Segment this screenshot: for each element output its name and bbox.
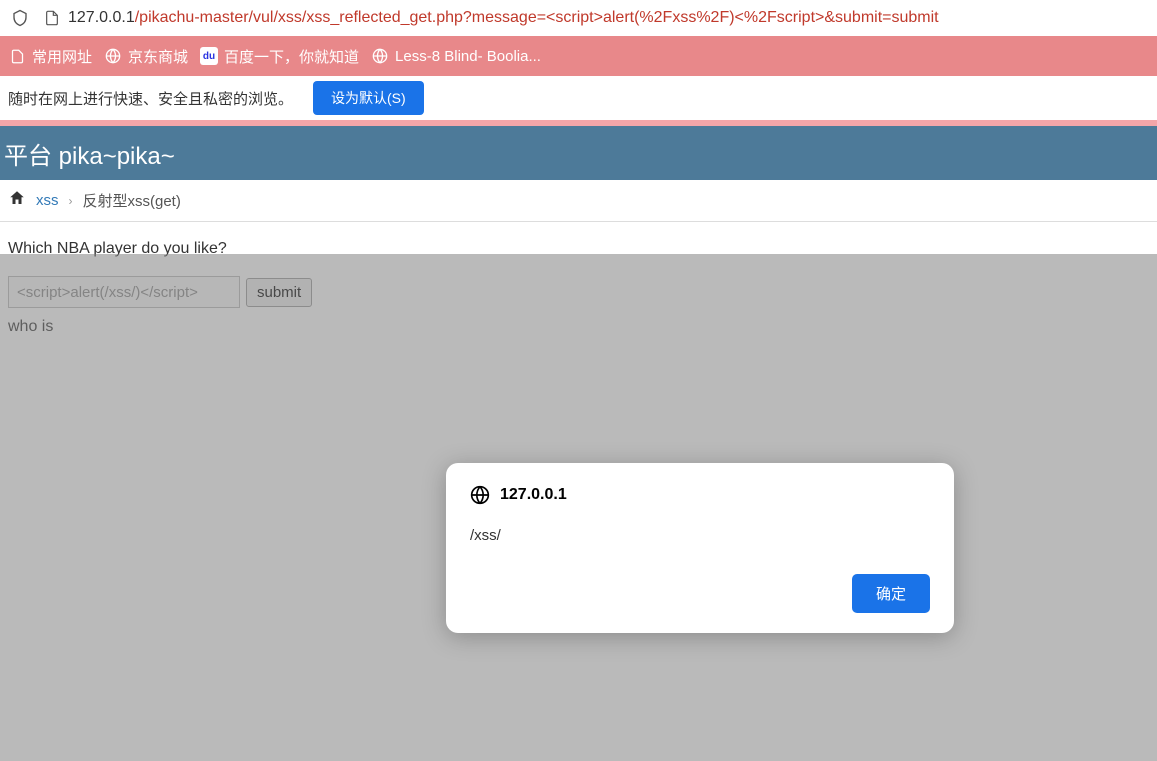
page-icon bbox=[8, 47, 26, 65]
default-browser-infobar: 随时在网上进行快速、安全且私密的浏览。 设为默认(S) bbox=[0, 76, 1157, 120]
bookmark-baidu[interactable]: du 百度一下，你就知道 bbox=[200, 46, 359, 67]
bookmark-label: 百度一下，你就知道 bbox=[224, 46, 359, 67]
infobar-text: 随时在网上进行快速、安全且私密的浏览。 bbox=[8, 88, 293, 109]
alert-host: 127.0.0.1 bbox=[500, 486, 567, 504]
page-icon[interactable] bbox=[42, 8, 62, 28]
breadcrumb: xss › 反射型xss(get) bbox=[0, 180, 1157, 222]
alert-actions: 确定 bbox=[470, 574, 930, 613]
url-bar: 127.0.0.1/pikachu-master/vul/xss/xss_ref… bbox=[0, 0, 1157, 36]
url-text[interactable]: 127.0.0.1/pikachu-master/vul/xss/xss_ref… bbox=[68, 9, 939, 27]
bookmark-label: Less-8 Blind- Boolia... bbox=[395, 48, 541, 65]
bookmarks-bar: 常用网址 京东商城 du 百度一下，你就知道 Less-8 Blind- Boo… bbox=[0, 36, 1157, 76]
alert-message: /xss/ bbox=[470, 527, 930, 544]
set-default-button[interactable]: 设为默认(S) bbox=[313, 81, 424, 115]
baidu-icon: du bbox=[200, 47, 218, 65]
alert-ok-button[interactable]: 确定 bbox=[852, 574, 930, 613]
bookmark-less8[interactable]: Less-8 Blind- Boolia... bbox=[371, 47, 541, 65]
home-icon[interactable] bbox=[8, 189, 26, 212]
globe-icon bbox=[371, 47, 389, 65]
globe-icon bbox=[104, 47, 122, 65]
bookmark-label: 常用网址 bbox=[32, 46, 92, 67]
page-title: 平台 pika~pika~ bbox=[4, 136, 175, 171]
bookmark-label: 京东商城 bbox=[128, 46, 188, 67]
chevron-right-icon: › bbox=[69, 194, 73, 208]
alert-header: 127.0.0.1 bbox=[470, 485, 930, 505]
url-path: /pikachu-master/vul/xss/xss_reflected_ge… bbox=[135, 9, 939, 26]
breadcrumb-current: 反射型xss(get) bbox=[83, 190, 181, 211]
alert-dialog: 127.0.0.1 /xss/ 确定 bbox=[446, 463, 954, 633]
bookmark-common[interactable]: 常用网址 bbox=[8, 46, 92, 67]
bookmark-jd[interactable]: 京东商城 bbox=[104, 46, 188, 67]
url-host: 127.0.0.1 bbox=[68, 9, 135, 26]
breadcrumb-link-xss[interactable]: xss bbox=[36, 192, 59, 209]
page-header: 平台 pika~pika~ bbox=[0, 126, 1157, 180]
globe-icon bbox=[470, 485, 490, 505]
shield-icon[interactable] bbox=[10, 8, 30, 28]
